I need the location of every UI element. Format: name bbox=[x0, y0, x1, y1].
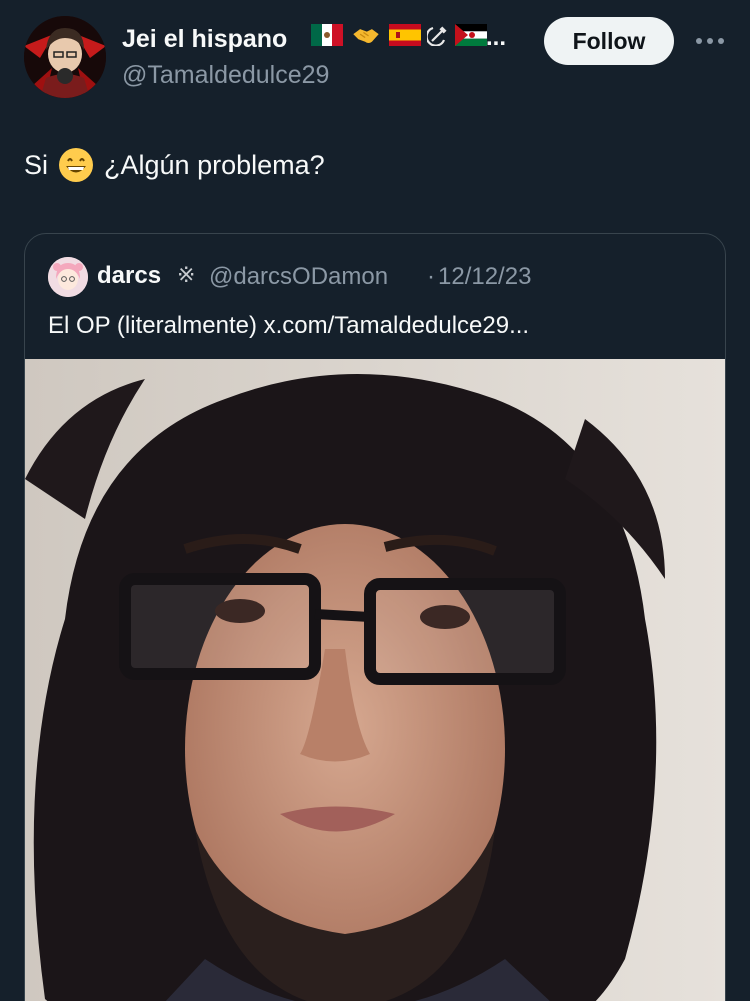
quote-photo[interactable] bbox=[25, 359, 725, 1001]
more-options-button[interactable] bbox=[690, 24, 730, 58]
mexico-flag-icon bbox=[311, 24, 343, 46]
tweet-text-part-2: ¿Algún problema? bbox=[104, 149, 325, 180]
quote-date[interactable]: 12/12/23 bbox=[438, 263, 531, 291]
tweet-page: Jei el hispano ... @Tamaldedulce29 Follo… bbox=[0, 0, 750, 1001]
quote-author-mark: ※ bbox=[177, 262, 196, 287]
quote-author-name[interactable]: darcs bbox=[97, 262, 161, 290]
author-handle[interactable]: @Tamaldedulce29 bbox=[122, 61, 329, 90]
author-display-name[interactable]: Jei el hispano bbox=[122, 25, 287, 54]
tweet-text-part-1: Si bbox=[24, 149, 49, 180]
author-avatar[interactable] bbox=[24, 16, 106, 98]
quote-author-avatar[interactable] bbox=[48, 257, 88, 297]
hammer-sickle-icon bbox=[427, 26, 447, 46]
grinning-face-icon bbox=[59, 148, 94, 182]
name-overflow-ellipsis: ... bbox=[486, 24, 507, 51]
spain-flag-icon bbox=[389, 24, 421, 46]
quote-author-handle[interactable]: @darcsODamon bbox=[209, 263, 388, 291]
anime-avatar-icon bbox=[24, 16, 106, 98]
western-sahara-flag-icon bbox=[455, 24, 487, 46]
tweet-text: Si ¿Algún problema? bbox=[24, 147, 325, 183]
anime-girl-avatar-icon bbox=[48, 257, 88, 297]
handshake-icon bbox=[353, 29, 379, 44]
quote-tweet-card[interactable]: darcs ※ @darcsODamon · 12/12/23 El OP (l… bbox=[24, 233, 726, 1001]
quote-text: El OP (literalmente) x.com/Tamaldedulce2… bbox=[48, 312, 530, 339]
more-icon bbox=[696, 38, 724, 44]
author-badges bbox=[311, 24, 487, 46]
follow-button[interactable]: Follow bbox=[544, 17, 674, 65]
quote-separator: · bbox=[427, 263, 435, 290]
selfie-photo bbox=[25, 359, 725, 1001]
